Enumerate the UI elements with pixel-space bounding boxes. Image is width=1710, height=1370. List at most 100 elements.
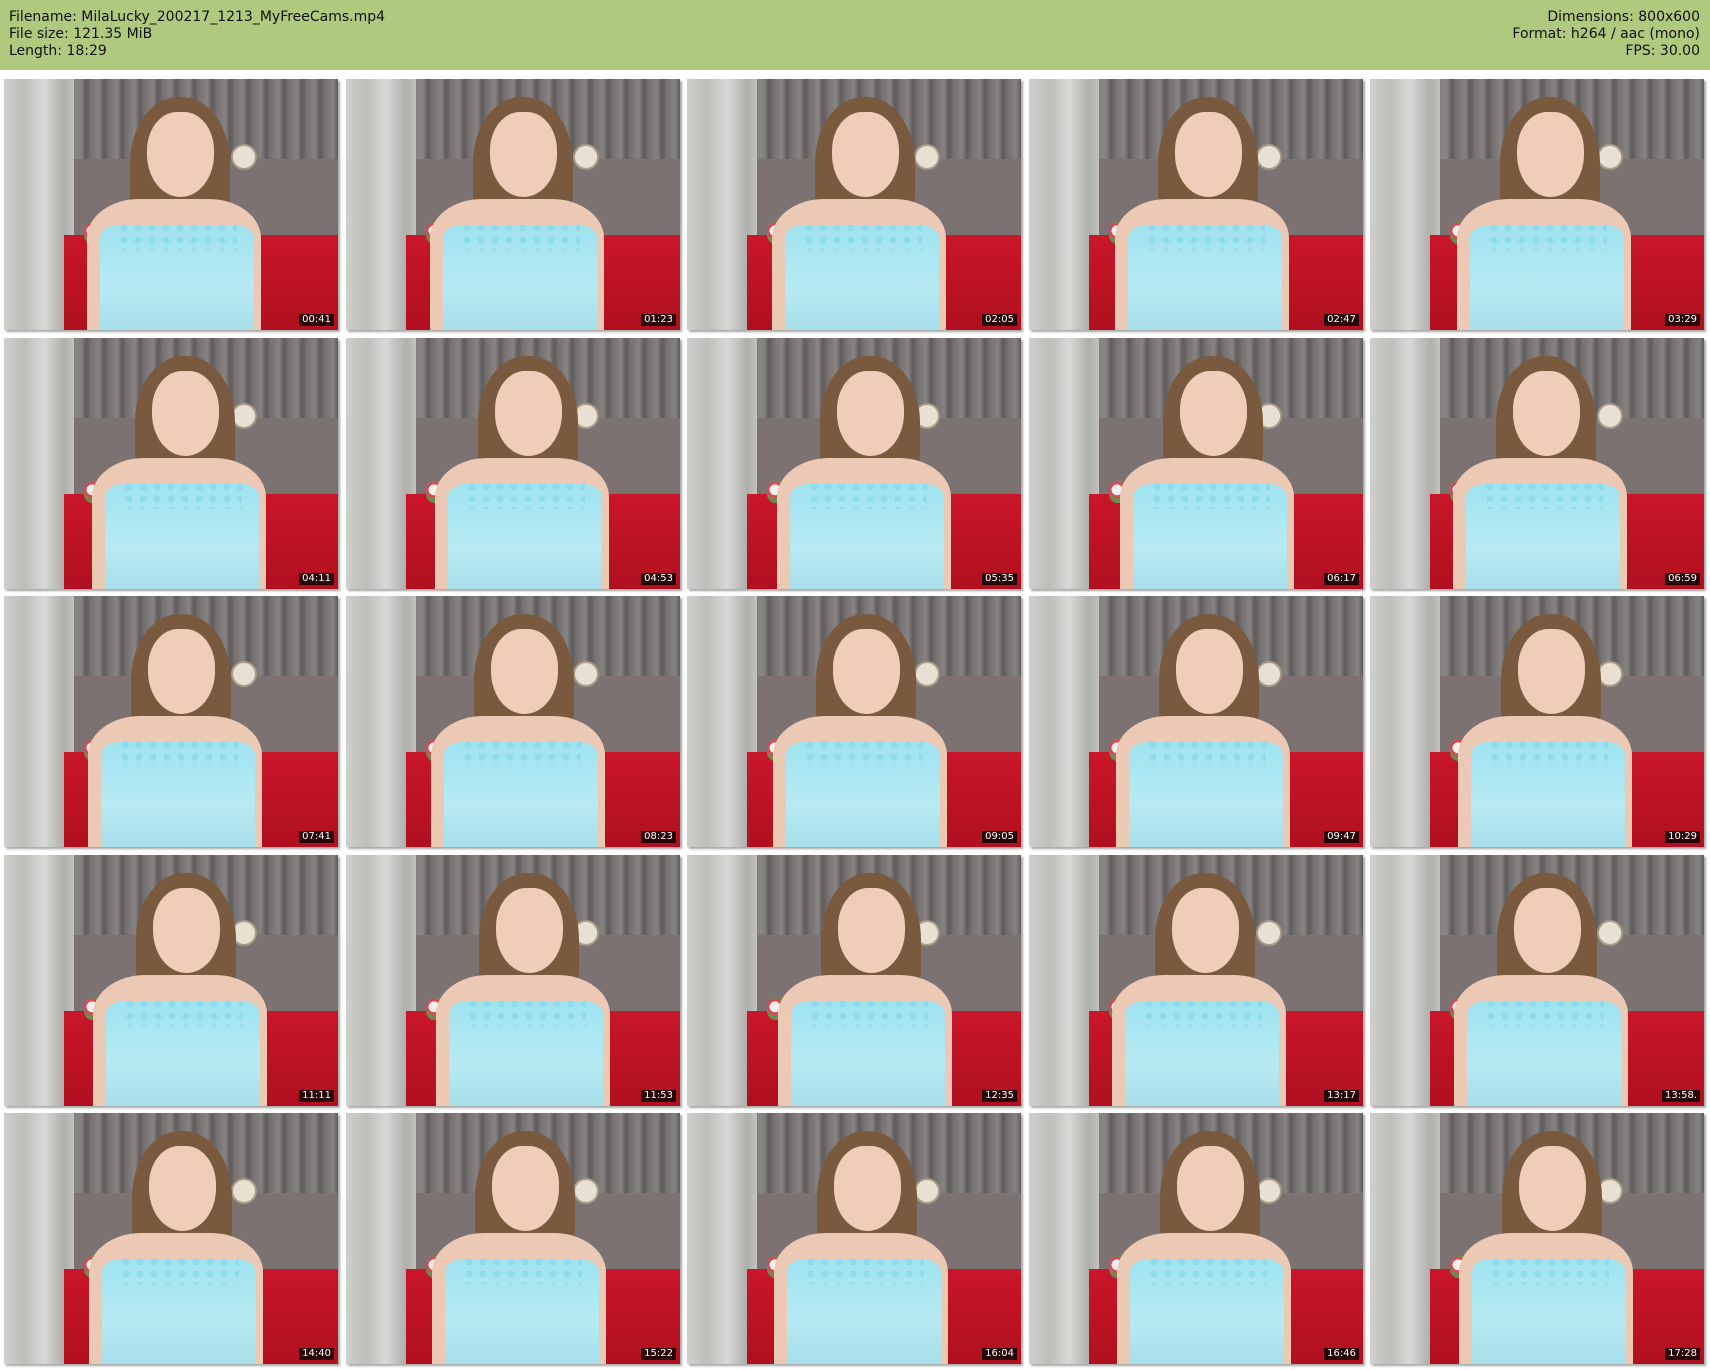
frame-timestamp: 09:05	[982, 831, 1017, 843]
frame-timestamp: 01:23	[641, 314, 676, 326]
frame-timestamp: 04:11	[299, 573, 334, 585]
video-thumbnail: 11:53	[346, 855, 680, 1106]
frame-timestamp: 07:41	[299, 831, 334, 843]
dress-lace	[1486, 222, 1608, 250]
dress-lace	[801, 222, 923, 250]
video-thumbnail: 11:11	[4, 855, 338, 1106]
frame-timestamp: 10:29	[1665, 831, 1700, 843]
person-face	[831, 111, 899, 197]
dress-lace	[1483, 998, 1605, 1026]
person-face	[495, 887, 563, 973]
video-thumbnail: 13:17	[1029, 855, 1363, 1106]
person-face	[1171, 887, 1239, 973]
video-thumbnail: 00:41	[4, 79, 338, 330]
dress-lace	[117, 739, 239, 767]
frame-timestamp: 02:47	[1324, 314, 1359, 326]
person-face	[1175, 628, 1243, 714]
person-face	[146, 111, 214, 197]
dress-lace	[122, 998, 244, 1026]
video-thumbnail: 12:35	[687, 855, 1021, 1106]
dress-lace	[1149, 481, 1271, 509]
frame-timestamp: 02:05	[982, 314, 1017, 326]
video-thumbnail: 08:23	[346, 596, 680, 847]
person-face	[832, 628, 900, 714]
person-face	[1179, 370, 1247, 456]
frame-timestamp: 15:22	[641, 1348, 676, 1360]
frame-timestamp: 08:23	[641, 831, 676, 843]
video-thumbnail: 02:05	[687, 79, 1021, 330]
video-thumbnail: 13:58.	[1370, 855, 1704, 1106]
dress-lace	[1146, 1256, 1268, 1284]
frame-timestamp: 12:35	[982, 1090, 1017, 1102]
video-thumbnail: 06:59	[1370, 338, 1704, 589]
video-thumbnail: 04:11	[4, 338, 338, 589]
person-face	[837, 887, 905, 973]
person-face	[490, 628, 558, 714]
dress-lace	[464, 481, 586, 509]
person-face	[1513, 887, 1581, 973]
person-face	[836, 370, 904, 456]
dress-lace	[1141, 998, 1263, 1026]
video-thumbnail: 01:23	[346, 79, 680, 330]
filesize-text: File size: 121.35 MiB	[9, 26, 153, 42]
video-thumbnail: 14:40	[4, 1113, 338, 1364]
frame-timestamp: 13:58.	[1662, 1090, 1700, 1102]
dress-lace	[807, 998, 929, 1026]
person-face	[1512, 370, 1580, 456]
person-face	[833, 1145, 901, 1231]
video-thumbnail: 04:53	[346, 338, 680, 589]
frame-timestamp: 06:59	[1665, 573, 1700, 585]
dress-lace	[1482, 481, 1604, 509]
dress-lace	[116, 222, 238, 250]
dress-lace	[1145, 739, 1267, 767]
person-face	[151, 370, 219, 456]
frame-timestamp: 16:04	[982, 1348, 1017, 1360]
frame-timestamp: 17:28	[1665, 1348, 1700, 1360]
dress-lace	[1488, 1256, 1610, 1284]
person-face	[489, 111, 557, 197]
dress-lace	[460, 739, 582, 767]
frame-timestamp: 14:40	[299, 1348, 334, 1360]
dimensions-text: Dimensions: 800x600	[1547, 9, 1700, 25]
person-face	[1518, 1145, 1586, 1231]
thumbnail-grid: 00:41 01:23 02:05 02:47 03:29 04:11 04:53 05:35…	[4, 79, 1706, 1366]
person-face	[1516, 111, 1584, 197]
video-thumbnail: 15:22	[346, 1113, 680, 1364]
person-face	[1174, 111, 1242, 197]
video-thumbnail: 16:46	[1029, 1113, 1363, 1364]
format-text: Format: h264 / aac (mono)	[1512, 26, 1700, 42]
frame-timestamp: 06:17	[1324, 573, 1359, 585]
dress-lace	[803, 1256, 925, 1284]
video-thumbnail: 05:35	[687, 338, 1021, 589]
video-thumbnail: 10:29	[1370, 596, 1704, 847]
dress-lace	[465, 998, 587, 1026]
person-face	[147, 628, 215, 714]
frame-timestamp: 00:41	[299, 314, 334, 326]
file-info-left: Filename: MilaLucky_200217_1213_MyFreeCa…	[9, 9, 385, 60]
filename-text: Filename: MilaLucky_200217_1213_MyFreeCa…	[9, 9, 386, 25]
frame-timestamp: 11:53	[641, 1090, 676, 1102]
video-thumbnail: 07:41	[4, 596, 338, 847]
video-thumbnail: 03:29	[1370, 79, 1704, 330]
dress-lace	[806, 481, 928, 509]
frame-timestamp: 09:47	[1324, 831, 1359, 843]
frame-timestamp: 13:17	[1324, 1090, 1359, 1102]
video-thumbnail: 06:17	[1029, 338, 1363, 589]
person-face	[494, 370, 562, 456]
length-text: Length: 18:29	[9, 43, 107, 59]
file-info-right: Dimensions: 800x600 Format: h264 / aac (…	[1512, 9, 1700, 60]
dress-lace	[118, 1256, 240, 1284]
video-thumbnail: 09:05	[687, 596, 1021, 847]
frame-timestamp: 16:46	[1324, 1348, 1359, 1360]
person-face	[1176, 1145, 1244, 1231]
frame-timestamp: 04:53	[641, 573, 676, 585]
dress-lace	[1144, 222, 1266, 250]
video-thumbnail: 09:47	[1029, 596, 1363, 847]
dress-lace	[461, 1256, 583, 1284]
dress-lace	[121, 481, 243, 509]
dress-lace	[459, 222, 581, 250]
video-thumbnail: 16:04	[687, 1113, 1021, 1364]
person-face	[491, 1145, 559, 1231]
frame-timestamp: 11:11	[299, 1090, 334, 1102]
dress-lace	[802, 739, 924, 767]
